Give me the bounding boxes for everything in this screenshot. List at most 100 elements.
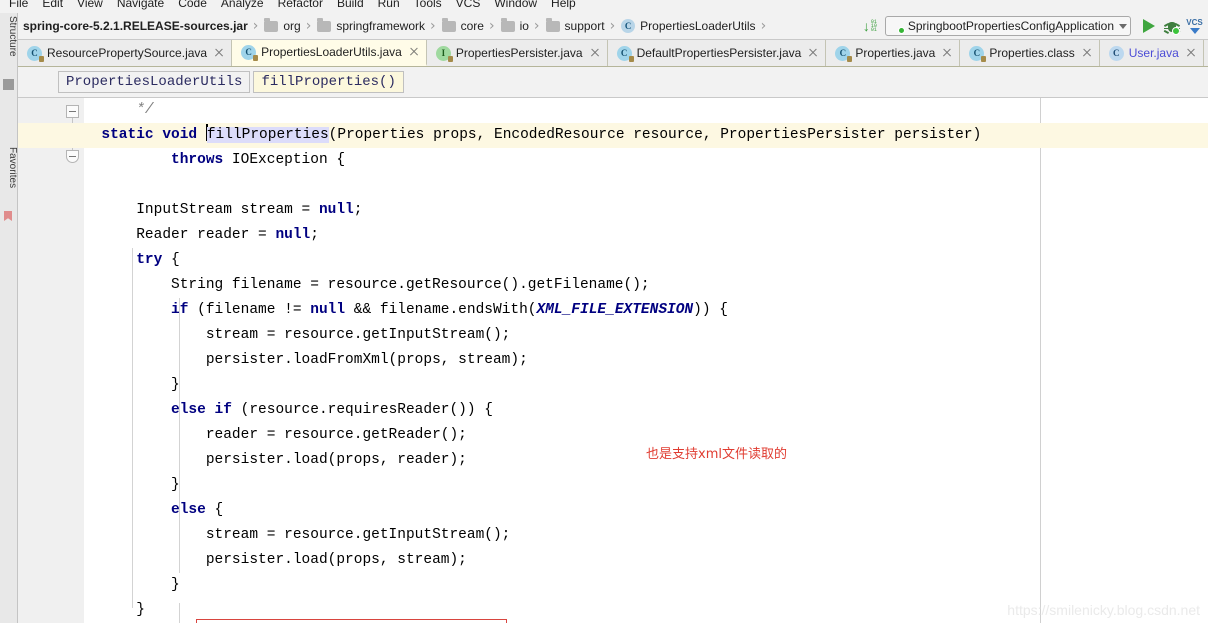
debug-button[interactable] [1160,15,1183,38]
code-line[interactable]: stream = resource.getInputStream(); [84,323,1208,348]
menu-item-refactor[interactable]: Refactor [271,0,330,10]
menu-bar[interactable]: File Edit View Navigate Code Analyze Refactor B… [0,0,1208,13]
close-icon[interactable] [1082,48,1092,58]
breadcrumb-method[interactable]: fillProperties() [253,71,404,93]
tool-window-structure[interactable]: Structure [0,13,17,75]
code-line[interactable]: */ [84,98,1208,123]
fold-region-end-icon[interactable] [66,150,79,163]
code-token: { [205,502,224,518]
menu-item-edit[interactable]: Edit [35,0,70,10]
breadcrumb-item-folder[interactable]: support [543,17,607,34]
code-token: && filename.endsWith( [345,302,537,318]
editor-gutter[interactable] [18,98,64,623]
menu-item-build[interactable]: Build [330,0,371,10]
breadcrumb-separator-icon: › [305,18,312,34]
close-icon[interactable] [1186,48,1196,58]
menu-item-file[interactable]: File [2,0,35,10]
breadcrumb-item-folder[interactable]: core [439,17,486,34]
watermark: https://smilenicky.blog.csdn.net [1007,602,1200,618]
editor-fold-gutter[interactable] [63,98,84,623]
code-editor[interactable]: @ */ static void fillProperties(Properti… [18,98,1208,623]
editor-tab[interactable]: C Properties.class [960,40,1100,66]
chevron-down-icon[interactable] [1119,23,1127,29]
folder-icon [317,17,332,32]
code-token: fillProperties [206,127,329,143]
code-line[interactable]: else { [84,498,1208,523]
menu-item-window[interactable]: Window [487,0,544,10]
code-line[interactable]: else if (resource.requiresReader()) { [84,398,1208,423]
code-line[interactable]: stream = resource.getInputStream(); [84,523,1208,548]
code-line[interactable]: static void fillProperties(Properties pr… [18,123,1208,148]
code-token: persister.loadFromXml(props, stream); [205,352,528,368]
code-line[interactable]: throws IOException { [84,148,1208,173]
code-line[interactable]: if (filename != null && filename.endsWit… [84,298,1208,323]
run-configuration-selector[interactable]: SpringbootPropertiesConfigApplication [884,16,1131,36]
code-content[interactable]: */ static void fillProperties(Properties… [18,98,1208,623]
menu-item-navigate[interactable]: Navigate [110,0,171,10]
breadcrumb-item-class[interactable]: C PropertiesLoaderUtils [618,18,757,34]
editor-tab[interactable]: C ResourcePropertySource.java [18,40,233,66]
code-line[interactable]: } [84,573,1208,598]
breadcrumb-class[interactable]: PropertiesLoaderUtils [58,71,251,93]
code-token: { [162,252,180,268]
breadcrumb: spring-core-5.2.1.RELEASE-sources.jar › or… [0,17,769,34]
menu-item-run[interactable]: Run [371,0,407,10]
breadcrumb-item-folder[interactable]: springframework [314,17,427,34]
fold-region-start-icon[interactable] [66,105,79,118]
code-line[interactable]: InputStream stream = null; [84,198,1208,223]
menu-item-vcs[interactable]: VCS [449,0,488,10]
breadcrumb-item-folder[interactable]: io [498,17,531,34]
breadcrumb-item-jar[interactable]: spring-core-5.2.1.RELEASE-sources.jar [4,18,250,34]
menu-item-view[interactable]: View [70,0,110,10]
code-token: } [136,602,145,618]
code-token: try [136,252,163,268]
show-bytecode-icon[interactable]: ↓ 01 10 01 [863,19,877,33]
menu-item-code[interactable]: Code [171,0,214,10]
close-icon[interactable] [942,48,952,58]
close-icon[interactable] [409,47,419,57]
lock-icon [253,54,259,61]
code-line[interactable]: try { [84,248,1208,273]
debug-icon [1163,19,1180,35]
code-token: (filename != [188,302,311,318]
close-icon[interactable] [590,48,600,58]
code-token: stream = resource.getInputStream(); [205,327,511,343]
close-icon[interactable] [214,48,224,58]
tool-window-favorites[interactable]: Favorites [0,131,17,205]
indent-guide [132,248,133,608]
run-button[interactable] [1137,15,1160,38]
breadcrumb-item-label: core [460,19,484,33]
code-line[interactable]: persister.load(props, stream); [84,548,1208,573]
code-token: persister.load(props, stream); [205,552,467,568]
folder-icon [441,17,456,32]
menu-item-analyze[interactable]: Analyze [214,0,271,10]
code-line[interactable] [84,173,1208,198]
lock-icon [447,55,453,62]
bookmark-icon[interactable] [4,211,12,221]
editor-tab[interactable]: C DefaultPropertiesPersister.java [607,40,827,66]
code-line[interactable]: persister.loadFromXml(props, stream); [84,348,1208,373]
editor-tab[interactable]: C User.java [1099,40,1204,66]
code-line[interactable]: } [84,373,1208,398]
code-token: )) { [693,302,728,318]
vcs-update-button[interactable]: VCS [1183,15,1206,38]
code-line[interactable]: } [84,473,1208,498]
editor-tab[interactable]: C Properties.java [826,40,961,66]
code-token: } [171,577,180,593]
breadcrumb-separator-icon: › [533,18,540,34]
code-line[interactable]: String filename = resource.getResource()… [84,273,1208,298]
editor-tab-label: Properties.class [989,46,1075,60]
menu-item-help[interactable]: Help [544,0,583,10]
editor-tab[interactable]: I PropertiesPersister.java [426,40,608,66]
navigation-bar: spring-core-5.2.1.RELEASE-sources.jar › or… [0,13,1208,40]
close-icon[interactable] [808,48,818,58]
code-line[interactable]: Reader reader = null; [84,223,1208,248]
menu-item-tools[interactable]: Tools [407,0,449,10]
editor-tab[interactable]: C PropertiesLoaderUtils.java [232,40,427,66]
breadcrumb-item-folder[interactable]: org [261,17,302,34]
